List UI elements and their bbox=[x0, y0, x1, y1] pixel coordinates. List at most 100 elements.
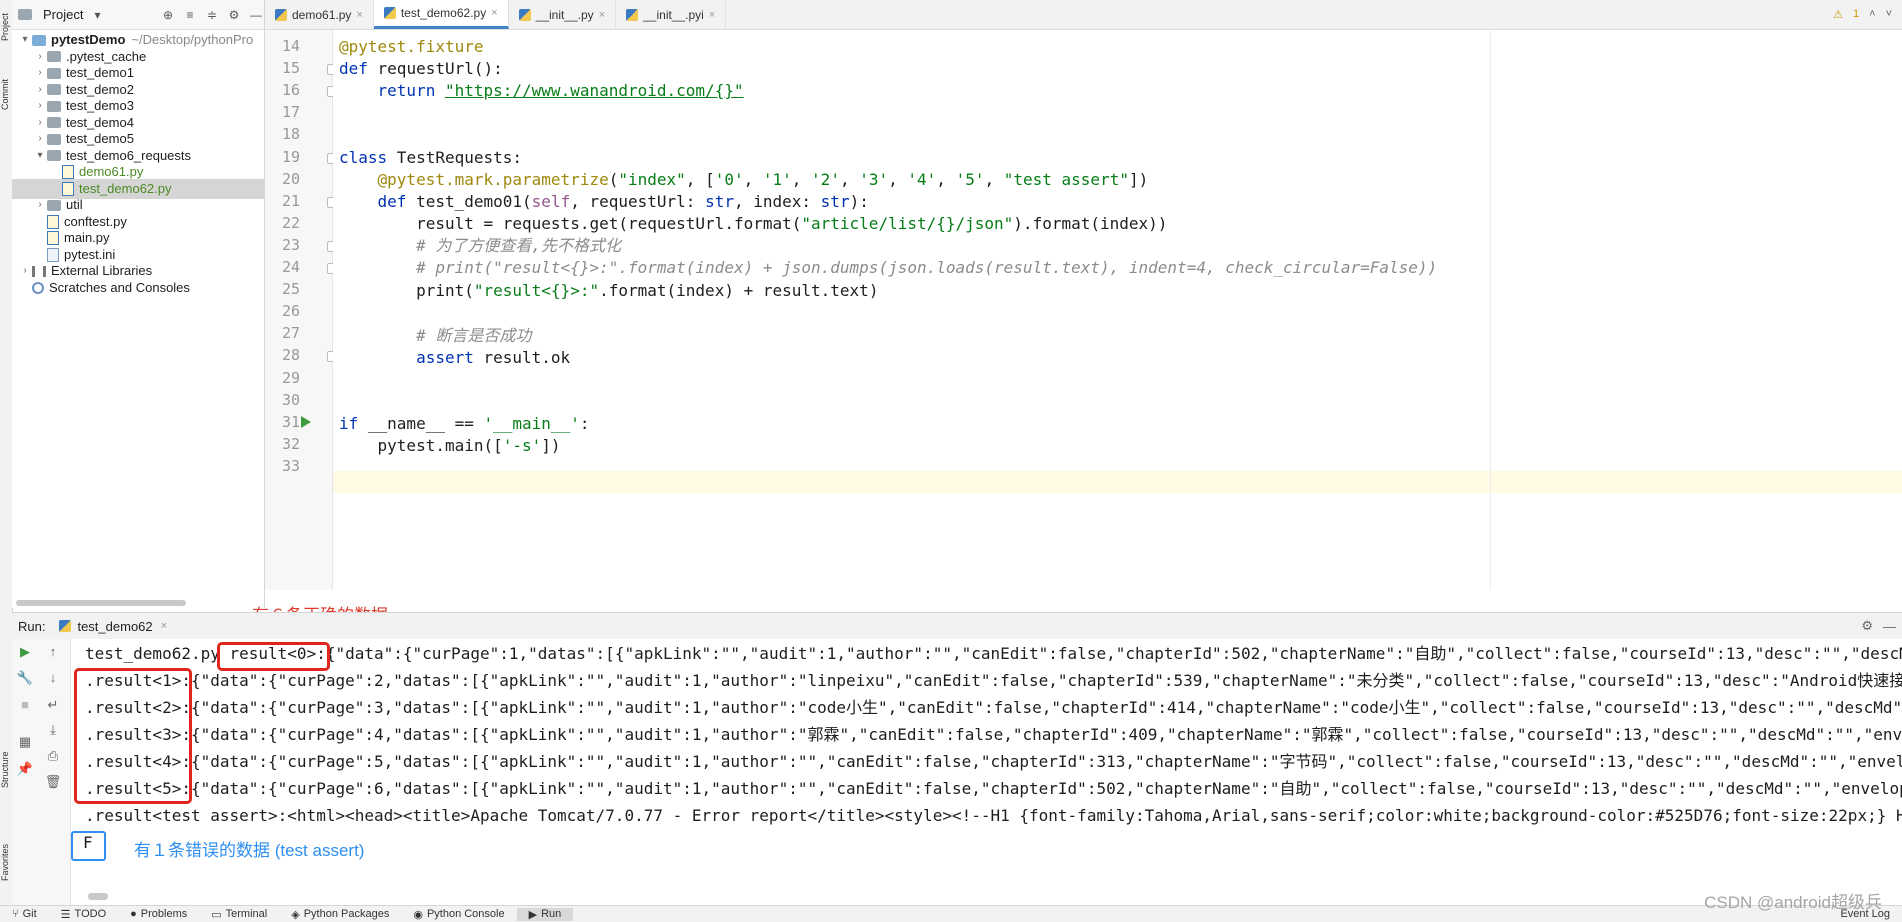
tree-item-label: Scratches and Consoles bbox=[49, 279, 190, 295]
console-line-6: .result<test assert>:<html><head><title>… bbox=[85, 806, 1902, 825]
console-line-5: .result<5>:{"data":{"curPage":6,"datas":… bbox=[85, 779, 1902, 798]
code-line-28: assert result.ok bbox=[416, 348, 571, 367]
tab-label: demo61.py bbox=[292, 7, 352, 22]
console-line-3: .result<3>:{"data":{"curPage":4,"datas":… bbox=[85, 725, 1902, 744]
run-config-tab[interactable]: test_demo62 bbox=[77, 619, 152, 634]
chevron-down-icon[interactable]: ˅ bbox=[1886, 8, 1892, 21]
code-line-27: # 断言是否成功 bbox=[416, 326, 532, 345]
tab-demo61[interactable]: demo61.py × bbox=[265, 0, 374, 29]
python-file-icon bbox=[626, 8, 639, 21]
line-number: 22 bbox=[281, 213, 300, 232]
folder-icon bbox=[47, 199, 61, 211]
python-file-icon bbox=[62, 181, 74, 196]
expand-all-icon[interactable]: ≡ bbox=[182, 8, 198, 22]
favorites-tool-tab[interactable]: Favorites bbox=[0, 830, 12, 895]
structure-tool-tab[interactable]: Structure bbox=[0, 735, 12, 805]
tab-label: test_demo62.py bbox=[400, 6, 487, 20]
minimize-icon[interactable]: — bbox=[248, 8, 264, 22]
project-view-selector[interactable]: Project bbox=[43, 7, 83, 22]
layout-icon[interactable]: ▦ bbox=[16, 733, 34, 751]
code-line-23: # 为了方便查看,先不格式化 bbox=[416, 236, 621, 255]
folder-icon bbox=[47, 117, 61, 128]
run-icon: ▶ bbox=[528, 908, 538, 921]
folder-icon bbox=[47, 150, 61, 161]
console-line-0: test_demo62.py result<0>:{"data":{"curPa… bbox=[85, 644, 1902, 663]
line-number: 26 bbox=[281, 302, 300, 321]
editor-horizontal-scrollbar[interactable] bbox=[16, 600, 186, 606]
inspection-widget[interactable]: ⚠ 1 ˄ ˅ bbox=[1833, 8, 1892, 21]
print-icon[interactable]: ⎙ bbox=[44, 747, 62, 765]
highlight-result-0 bbox=[217, 642, 330, 671]
locate-icon[interactable]: ⊕ bbox=[160, 8, 176, 22]
code-line-25: print("result<{}>:".format(index) + resu… bbox=[416, 281, 879, 300]
code-line-21: def test_demo01(self, requestUrl: str, i… bbox=[377, 192, 869, 211]
run-panel-header: Run: test_demo62 × ⚙ — bbox=[12, 612, 1902, 640]
code-line-15: def requestUrl(): bbox=[339, 59, 503, 78]
statusbar-terminal[interactable]: ▭ Terminal bbox=[199, 908, 279, 921]
arrow-down-icon[interactable]: ↓ bbox=[44, 669, 62, 687]
close-icon[interactable]: × bbox=[709, 9, 715, 21]
library-icon bbox=[32, 265, 46, 277]
git-icon: ⑂ bbox=[12, 908, 19, 920]
line-number: 33 bbox=[281, 456, 300, 475]
line-number: 24 bbox=[281, 258, 300, 276]
tree-item[interactable]: Scratches and Consoles bbox=[12, 278, 264, 298]
statusbar-problems[interactable]: ● Problems bbox=[118, 908, 199, 920]
wrench-icon[interactable]: 🔧 bbox=[16, 669, 34, 687]
statusbar-todo[interactable]: ☰ TODO bbox=[49, 908, 118, 921]
statusbar-git[interactable]: ⑂ Git bbox=[0, 908, 49, 920]
python-file-icon bbox=[47, 231, 59, 245]
commit-tool-tab[interactable]: Commit bbox=[0, 70, 12, 120]
python-run-config-icon bbox=[59, 620, 72, 632]
close-icon[interactable]: × bbox=[599, 9, 605, 21]
project-tool-tab[interactable]: Project bbox=[0, 2, 12, 52]
run-toolbar: ▶ 🔧 ■ ▦ 📌 ↑ ↓ ↵ ⤓ ⎙ 🗑 bbox=[12, 639, 71, 905]
run-console-output[interactable]: test_demo62.py result<0>:{"data":{"curPa… bbox=[71, 639, 1902, 905]
tab-init-py[interactable]: __init__.py × bbox=[509, 0, 617, 29]
gear-icon[interactable]: ⚙ bbox=[226, 8, 242, 22]
project-panel-header: Project ▾ ⊕ ≡ ≑ ⚙ — bbox=[12, 0, 264, 30]
close-icon[interactable]: × bbox=[161, 620, 167, 632]
code-line-24: # print("result<{}>:".format(index) + js… bbox=[416, 258, 1438, 277]
tab-test-demo62[interactable]: test_demo62.py × bbox=[373, 0, 509, 29]
python-console-icon: ◉ bbox=[413, 908, 423, 921]
statusbar-python-packages[interactable]: ◈ Python Packages bbox=[279, 908, 401, 921]
stop-icon[interactable]: ■ bbox=[16, 696, 34, 714]
gear-icon[interactable]: ⚙ bbox=[1861, 618, 1873, 634]
statusbar-run[interactable]: ▶ Run bbox=[516, 907, 574, 921]
close-icon[interactable]: × bbox=[356, 9, 362, 21]
rerun-icon[interactable]: ▶ bbox=[16, 643, 34, 661]
folder-icon bbox=[47, 100, 61, 112]
trash-icon[interactable]: 🗑 bbox=[44, 773, 62, 791]
arrow-up-icon[interactable]: ↑ bbox=[44, 643, 62, 661]
pin-icon[interactable]: 📌 bbox=[16, 760, 34, 778]
soft-wrap-icon[interactable]: ↵ bbox=[44, 696, 62, 714]
chevron-down-icon[interactable]: ▾ bbox=[89, 8, 105, 22]
folder-icon bbox=[47, 84, 61, 95]
line-number: 31 bbox=[281, 412, 300, 431]
scroll-to-end-icon[interactable]: ⤓ bbox=[44, 721, 62, 739]
folder-icon bbox=[47, 133, 61, 145]
warning-icon: ⚠ bbox=[1833, 9, 1843, 21]
line-number: 16 bbox=[281, 81, 300, 100]
project-folder-icon bbox=[18, 9, 32, 20]
editor-gutter: 14 15 16 17 18 19 20 21 22 23 24 25 26 27 28 29 30 31 32 33 bbox=[265, 30, 338, 590]
tab-init-pyi[interactable]: __init__.pyi × bbox=[616, 0, 727, 29]
code-line-16: return "https://www.wanandroid.com/{}" bbox=[377, 81, 744, 100]
code-line-32: pytest.main(['-s']) bbox=[377, 436, 561, 455]
line-number: 19 bbox=[281, 147, 300, 166]
close-icon[interactable]: × bbox=[491, 7, 497, 19]
collapse-all-icon[interactable]: ≑ bbox=[204, 8, 220, 22]
run-gutter-icon[interactable] bbox=[301, 415, 311, 428]
folder-icon bbox=[47, 67, 61, 79]
line-number: 20 bbox=[281, 169, 300, 188]
caret-line-highlight bbox=[333, 471, 1902, 493]
minimize-icon[interactable]: — bbox=[1883, 619, 1896, 634]
code-line-14: @pytest.fixture bbox=[339, 37, 484, 56]
code-editor[interactable]: @pytest.fixture def requestUrl(): return… bbox=[333, 30, 1902, 590]
chevron-up-icon[interactable]: ˄ bbox=[1869, 8, 1875, 21]
statusbar-python-console[interactable]: ◉ Python Console bbox=[401, 908, 516, 921]
console-horizontal-scrollbar[interactable] bbox=[88, 893, 108, 900]
url-link[interactable]: "https://www.wanandroid.com/{}" bbox=[445, 81, 744, 100]
folder-icon bbox=[47, 51, 61, 62]
